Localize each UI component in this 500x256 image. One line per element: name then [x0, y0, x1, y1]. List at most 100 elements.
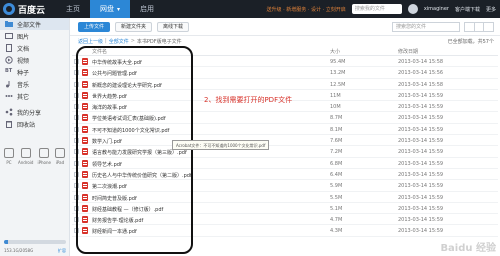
device-android[interactable]: Android: [18, 148, 33, 165]
device-label: iPhone: [37, 160, 51, 165]
file-date: 2013-03-14 15:59: [398, 126, 444, 133]
nav-apps[interactable]: 启用: [130, 0, 164, 18]
file-date: 2013-03-14 15:59: [398, 138, 444, 145]
device-label: PC: [6, 160, 12, 165]
file-date: 2013-03-14 15:58: [398, 81, 444, 88]
column-header-date[interactable]: 修改日期: [398, 48, 418, 55]
image-icon: [5, 32, 13, 40]
file-size: 5.5M: [330, 194, 343, 201]
document-icon: [5, 44, 13, 52]
client-download-link[interactable]: 客户端下载: [455, 6, 480, 13]
sidebar-item-label: 全部文件: [17, 21, 42, 29]
sidebar-item-music[interactable]: 音乐: [0, 78, 69, 90]
file-size: 95.4M: [330, 59, 346, 65]
sidebar-item-my-share[interactable]: 我的分享: [0, 106, 69, 118]
file-size: 5.9M: [330, 183, 343, 190]
file-size: 7.2M: [330, 149, 343, 156]
new-folder-button[interactable]: 新建文件夹: [115, 21, 153, 32]
bt-icon: BT: [5, 68, 13, 74]
quota-used: 153.1G: [4, 248, 19, 253]
sidebar-item-bt[interactable]: BT 种子: [0, 66, 69, 78]
sidebar-item-label: 其它: [17, 93, 30, 101]
quota-fill: [4, 240, 9, 244]
file-date: 2013-03-14 15:59: [398, 149, 444, 156]
cloud-logo-icon: [3, 3, 15, 15]
file-date: 2013-03-14 15:59: [398, 171, 444, 178]
device-label: iPad: [55, 160, 65, 165]
more-link[interactable]: 更多: [486, 6, 496, 13]
file-tooltip: Acrobat文件：不可不知道的1000个文化常识.pdf: [172, 140, 270, 150]
username[interactable]: ximaginer: [424, 6, 449, 12]
sidebar-item-label: 音乐: [17, 81, 30, 89]
file-date: 2013-03-14 15:59: [398, 183, 444, 190]
video-icon: [5, 56, 13, 64]
trash-icon: [5, 120, 13, 128]
file-size: 6.8M: [330, 160, 343, 167]
upload-button[interactable]: 上传文件: [78, 21, 111, 32]
sidebar-item-all-files[interactable]: 全部文件: [0, 18, 69, 30]
expand-quota-link[interactable]: 扩容: [58, 248, 66, 254]
quota-total: 2058G: [19, 248, 34, 253]
nav-home[interactable]: 主页: [56, 0, 90, 18]
sidebar-item-videos[interactable]: 视频: [0, 54, 69, 66]
sort-icon[interactable]: [484, 23, 493, 31]
sidebar-item-label: 种子: [17, 69, 30, 77]
sidebar-item-other[interactable]: 其它: [0, 90, 69, 102]
quota-bar: [4, 240, 66, 244]
promo-text[interactable]: 送升级 · 新增服务 · 设计 · 立刻开启: [267, 6, 346, 13]
top-search-input[interactable]: 搜索我的文件: [351, 4, 402, 14]
file-date: 2013-03-14 15:59: [398, 92, 444, 99]
device-ipad[interactable]: iPad: [54, 148, 65, 165]
breadcrumb-separator: |: [105, 38, 107, 44]
toolbar: 上传文件 新建文件夹 离线下载 搜索您的文件: [70, 18, 500, 36]
offline-download-button[interactable]: 离线下载: [157, 21, 190, 32]
list-view-icon[interactable]: [465, 23, 475, 31]
folder-icon: [5, 20, 13, 28]
device-iphone[interactable]: iPhone: [37, 148, 51, 165]
grid-view-icon[interactable]: [475, 23, 485, 31]
breadcrumb-back[interactable]: 返回上一级: [78, 38, 103, 46]
file-size: 11M: [330, 92, 341, 99]
quota-text: 153.1G/2058G 扩容: [4, 248, 66, 254]
file-date: 2013-03-14 15:59: [398, 217, 444, 224]
file-search-input[interactable]: 搜索您的文件: [392, 22, 460, 32]
main-nav: 主页 网盘 启用: [56, 0, 164, 18]
file-size: 8.1M: [330, 126, 343, 133]
top-bar: 百度云 主页 网盘 启用 送升级 · 新增服务 · 设计 · 立刻开启 搜索我的…: [0, 0, 500, 18]
sidebar-item-images[interactable]: 图片: [0, 30, 69, 42]
file-size: 10M: [330, 104, 341, 111]
music-icon: [5, 80, 13, 88]
sidebar-item-documents[interactable]: 文档: [0, 42, 69, 54]
file-date: 2013-03-14 15:59: [398, 160, 444, 167]
device-pc[interactable]: PC: [4, 148, 14, 165]
sidebar-item-trash[interactable]: 回收站: [0, 118, 69, 130]
view-toggle[interactable]: [464, 22, 494, 32]
watermark: Baidu 经验: [440, 243, 496, 254]
file-date: 2013-03-14 15:59: [398, 228, 444, 235]
breadcrumb-all-files[interactable]: 全部文件: [109, 38, 129, 46]
file-date: 2013-03-14 15:56: [398, 70, 444, 77]
file-date: 2013-03-14 15:59: [398, 205, 444, 212]
device-label: Android: [18, 160, 34, 165]
nav-netdisk[interactable]: 网盘: [90, 0, 131, 18]
file-size: 12.5M: [330, 81, 346, 88]
column-header-size[interactable]: 大小: [330, 48, 340, 55]
file-size: 7.6M: [330, 138, 343, 145]
breadcrumb-separator: >: [130, 38, 135, 44]
file-date: 2013-03-14 15:59: [398, 115, 444, 122]
avatar[interactable]: [407, 4, 418, 14]
annotation-text: 2、找到需要打开的PDF文件: [204, 96, 293, 104]
share-icon: [5, 108, 13, 116]
sidebar-item-label: 我的分享: [17, 109, 42, 117]
logo-text: 百度云: [18, 5, 46, 16]
file-date: 2013-03-14 15:59: [398, 194, 444, 201]
sidebar-item-label: 回收站: [17, 121, 36, 129]
iphone-icon: [39, 148, 50, 158]
more-icon: [5, 92, 13, 100]
file-size: 13.2M: [330, 70, 346, 77]
breadcrumb-current: 本书PDF版电子文件: [136, 39, 182, 45]
ipad-icon: [54, 148, 65, 158]
file-size: 4.7M: [330, 217, 343, 224]
logo[interactable]: 百度云: [3, 2, 45, 16]
pc-icon: [4, 148, 14, 158]
